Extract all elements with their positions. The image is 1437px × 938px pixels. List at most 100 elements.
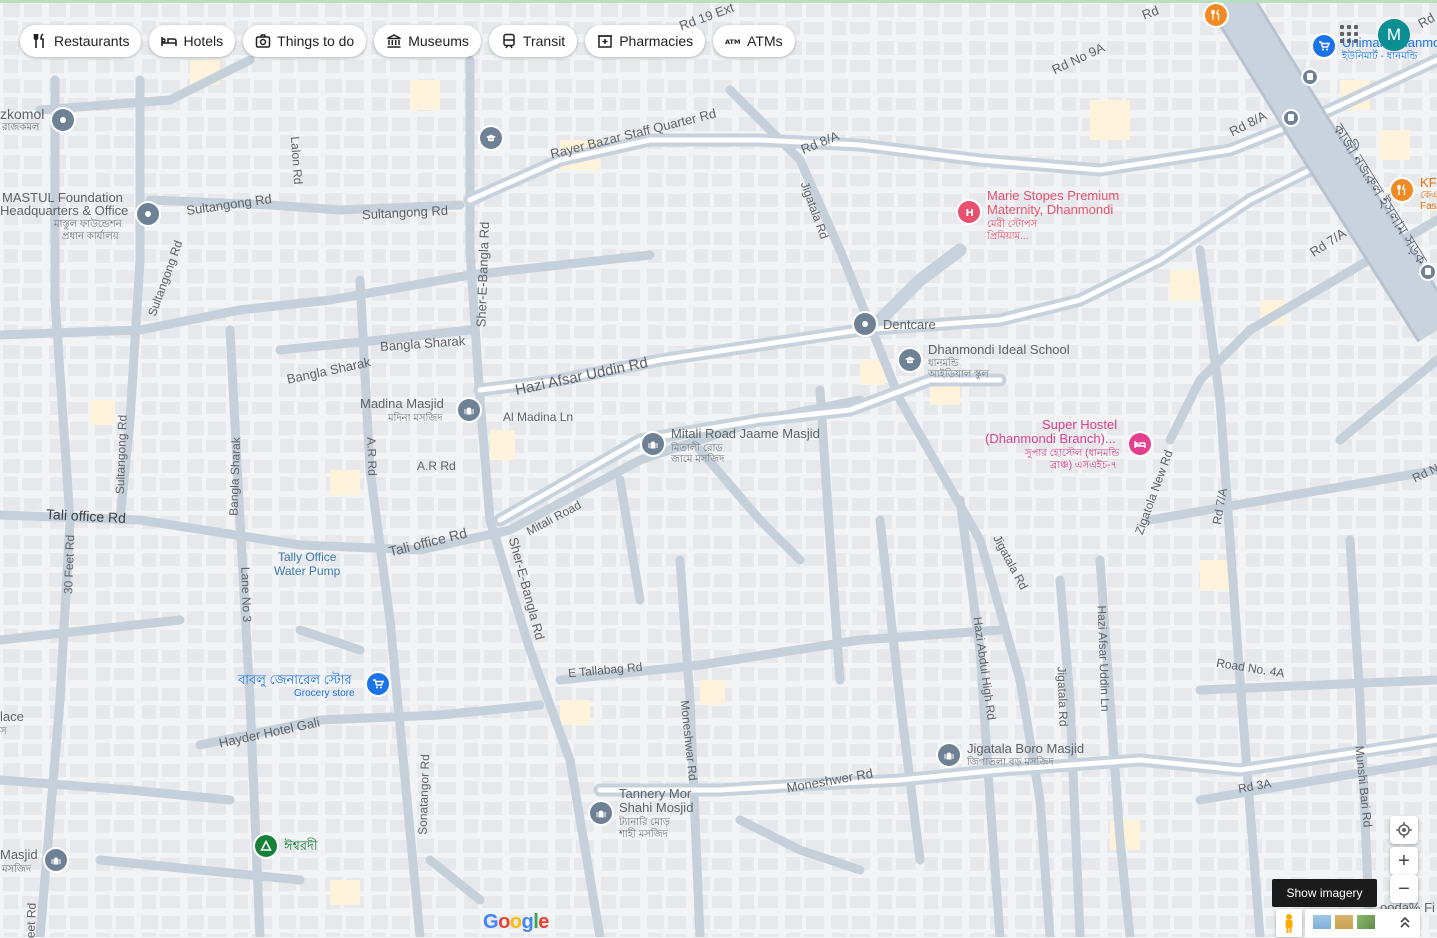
poi-name[interactable]: Dhanmondi Ideal School <box>928 343 1070 357</box>
school-icon <box>486 134 496 142</box>
pin-dot-icon <box>862 321 868 327</box>
poi-name[interactable]: zkomol <box>0 107 44 121</box>
poi-pin-zkomol[interactable] <box>52 109 74 131</box>
poi-sub: প্রিমিয়াম... <box>987 231 1029 242</box>
atm-icon: ATM <box>725 38 740 46</box>
category-chip-bar: Restaurants Hotels Things to do Museums … <box>20 25 795 57</box>
transit-stop-1[interactable] <box>1303 70 1317 84</box>
poi-name[interactable]: Maternity, Dhanmondi <box>987 203 1113 217</box>
bus-icon <box>1307 73 1313 80</box>
museum-icon <box>387 34 402 48</box>
layer-thumb-imagery[interactable] <box>1357 915 1375 929</box>
chip-hotels[interactable]: Hotels <box>149 25 236 57</box>
poi-name[interactable]: Water Pump <box>274 564 340 578</box>
poi-sub: জিগাতলা বড় মসজিদ <box>967 757 1054 768</box>
poi-name[interactable]: Madina Masjid <box>360 397 444 411</box>
road-label: Tali office Rd <box>45 505 127 527</box>
poi-pin-mitali-masjid[interactable] <box>642 433 664 455</box>
bus-icon <box>1288 114 1294 121</box>
poi-pin-restaurant-top[interactable] <box>1205 4 1227 26</box>
map-canvas[interactable] <box>0 0 1437 937</box>
pin-dot-icon <box>60 117 66 123</box>
poi-sub: জামে মসজিদ <box>671 454 725 465</box>
bed-icon <box>161 37 178 46</box>
pegman-icon <box>1285 914 1293 933</box>
poi-name[interactable]: ঈশ্বরদী <box>284 839 318 853</box>
poi-name[interactable]: Mitali Road Jaame Masjid <box>671 427 820 441</box>
poi-name[interactable]: Tannery Mor <box>619 787 691 801</box>
road-label: Sultangong Rd <box>112 414 130 495</box>
chip-museums[interactable]: Museums <box>374 25 481 57</box>
mosque-icon <box>648 441 658 449</box>
poi-name[interactable]: KF <box>1420 176 1437 190</box>
poi-name[interactable]: বাবলু জেনারেল স্টোর <box>238 673 352 687</box>
poi-name[interactable]: Masjid <box>0 848 38 862</box>
poi-name[interactable]: Tally Office <box>278 550 336 564</box>
poi-name[interactable]: Shahi Mosjid <box>619 801 693 815</box>
layer-thumb-satellite[interactable] <box>1313 915 1331 929</box>
poi-pin-unimart[interactable] <box>1313 35 1335 57</box>
poi-name[interactable]: Jigatala Boro Masjid <box>967 742 1084 756</box>
zoom-out-button[interactable]: − <box>1390 875 1418 903</box>
account-avatar[interactable]: M <box>1378 19 1410 51</box>
transit-stop-3[interactable] <box>1421 265 1435 279</box>
road-label: Lalon Rd <box>287 136 306 185</box>
poi-pin-ishwardi[interactable] <box>255 835 277 857</box>
hospital-icon: H <box>966 208 974 218</box>
fork-knife-icon <box>1211 9 1220 20</box>
poi-pin-tannery-mosjid[interactable] <box>590 802 612 824</box>
mosque-icon <box>944 752 954 760</box>
poi-pin-kf[interactable] <box>1391 179 1413 201</box>
zoom-in-button[interactable]: + <box>1390 847 1418 875</box>
fork-knife-icon <box>33 33 44 48</box>
poi-pin-mastul[interactable] <box>137 203 159 225</box>
poi-pin-babul-store[interactable] <box>367 673 389 695</box>
poi-sub: Fas <box>1420 201 1437 212</box>
poi-name[interactable]: Super Hostel <box>1042 418 1117 432</box>
show-imagery-tooltip: Show imagery <box>1272 879 1377 907</box>
svg-text:H: H <box>966 208 974 218</box>
chip-transit[interactable]: Transit <box>488 25 578 57</box>
chip-things-to-do[interactable]: Things to do <box>243 25 367 57</box>
transit-stop-2[interactable] <box>1284 111 1298 125</box>
poi-pin-school-top[interactable] <box>480 127 502 149</box>
chip-label: Transit <box>522 33 566 49</box>
road-label: Al Madina Ln <box>503 410 574 424</box>
poi-pin-madina-masjid[interactable] <box>458 399 480 421</box>
poi-sub: কেএ <box>1420 190 1437 201</box>
poi-sub: মিতালী রোড <box>671 443 723 454</box>
chip-label: Pharmacies <box>619 33 694 49</box>
chip-atms[interactable]: ATM ATMs <box>713 25 795 57</box>
pin-dot-icon <box>145 211 151 217</box>
road-label: A.R Rd <box>417 459 456 473</box>
road-label: eet Rd <box>23 902 39 938</box>
poi-sub: শাহী মসজিদ <box>619 829 668 840</box>
fork-knife-icon <box>1397 184 1406 195</box>
road-label: Sher-E-Bangla Rd <box>473 221 493 328</box>
poi-name[interactable]: Marie Stopes Premium <box>987 189 1119 203</box>
poi-pin-dentcare[interactable] <box>854 313 876 335</box>
street-view-pegman[interactable] <box>1276 909 1302 937</box>
poi-name[interactable]: lace <box>0 710 24 724</box>
road-label: 30 Feet Rd <box>61 534 78 595</box>
road-label: Hazi Afsar Uddin Ln <box>1094 605 1113 712</box>
layer-switcher-bar[interactable] <box>1305 909 1420 937</box>
poi-pin-ideal-school[interactable] <box>899 349 921 371</box>
chip-restaurants[interactable]: Restaurants <box>20 25 142 57</box>
poi-pin-super-hostel[interactable] <box>1129 433 1151 455</box>
poi-sub: Grocery store <box>294 688 355 699</box>
poi-name[interactable]: Dentcare <box>883 318 936 332</box>
poi-sub: আইডিয়াল স্কুল <box>928 369 989 380</box>
poi-name[interactable]: Headquarters & Office <box>0 204 128 218</box>
poi-pin-masjid-left[interactable] <box>45 849 67 871</box>
train-icon <box>503 33 515 49</box>
poi-name[interactable]: (Dhanmondi Branch)... <box>985 432 1116 446</box>
apps-grid-icon[interactable] <box>1340 25 1358 43</box>
my-location-button[interactable] <box>1390 816 1418 844</box>
poi-pin-marie-stopes[interactable]: H <box>958 201 980 223</box>
chevron-up-icon[interactable] <box>1399 915 1411 929</box>
layer-thumb-terrain[interactable] <box>1335 915 1353 929</box>
cart-icon <box>1319 41 1330 51</box>
bus-icon <box>1425 268 1431 275</box>
poi-pin-jigatala-masjid[interactable] <box>938 744 960 766</box>
